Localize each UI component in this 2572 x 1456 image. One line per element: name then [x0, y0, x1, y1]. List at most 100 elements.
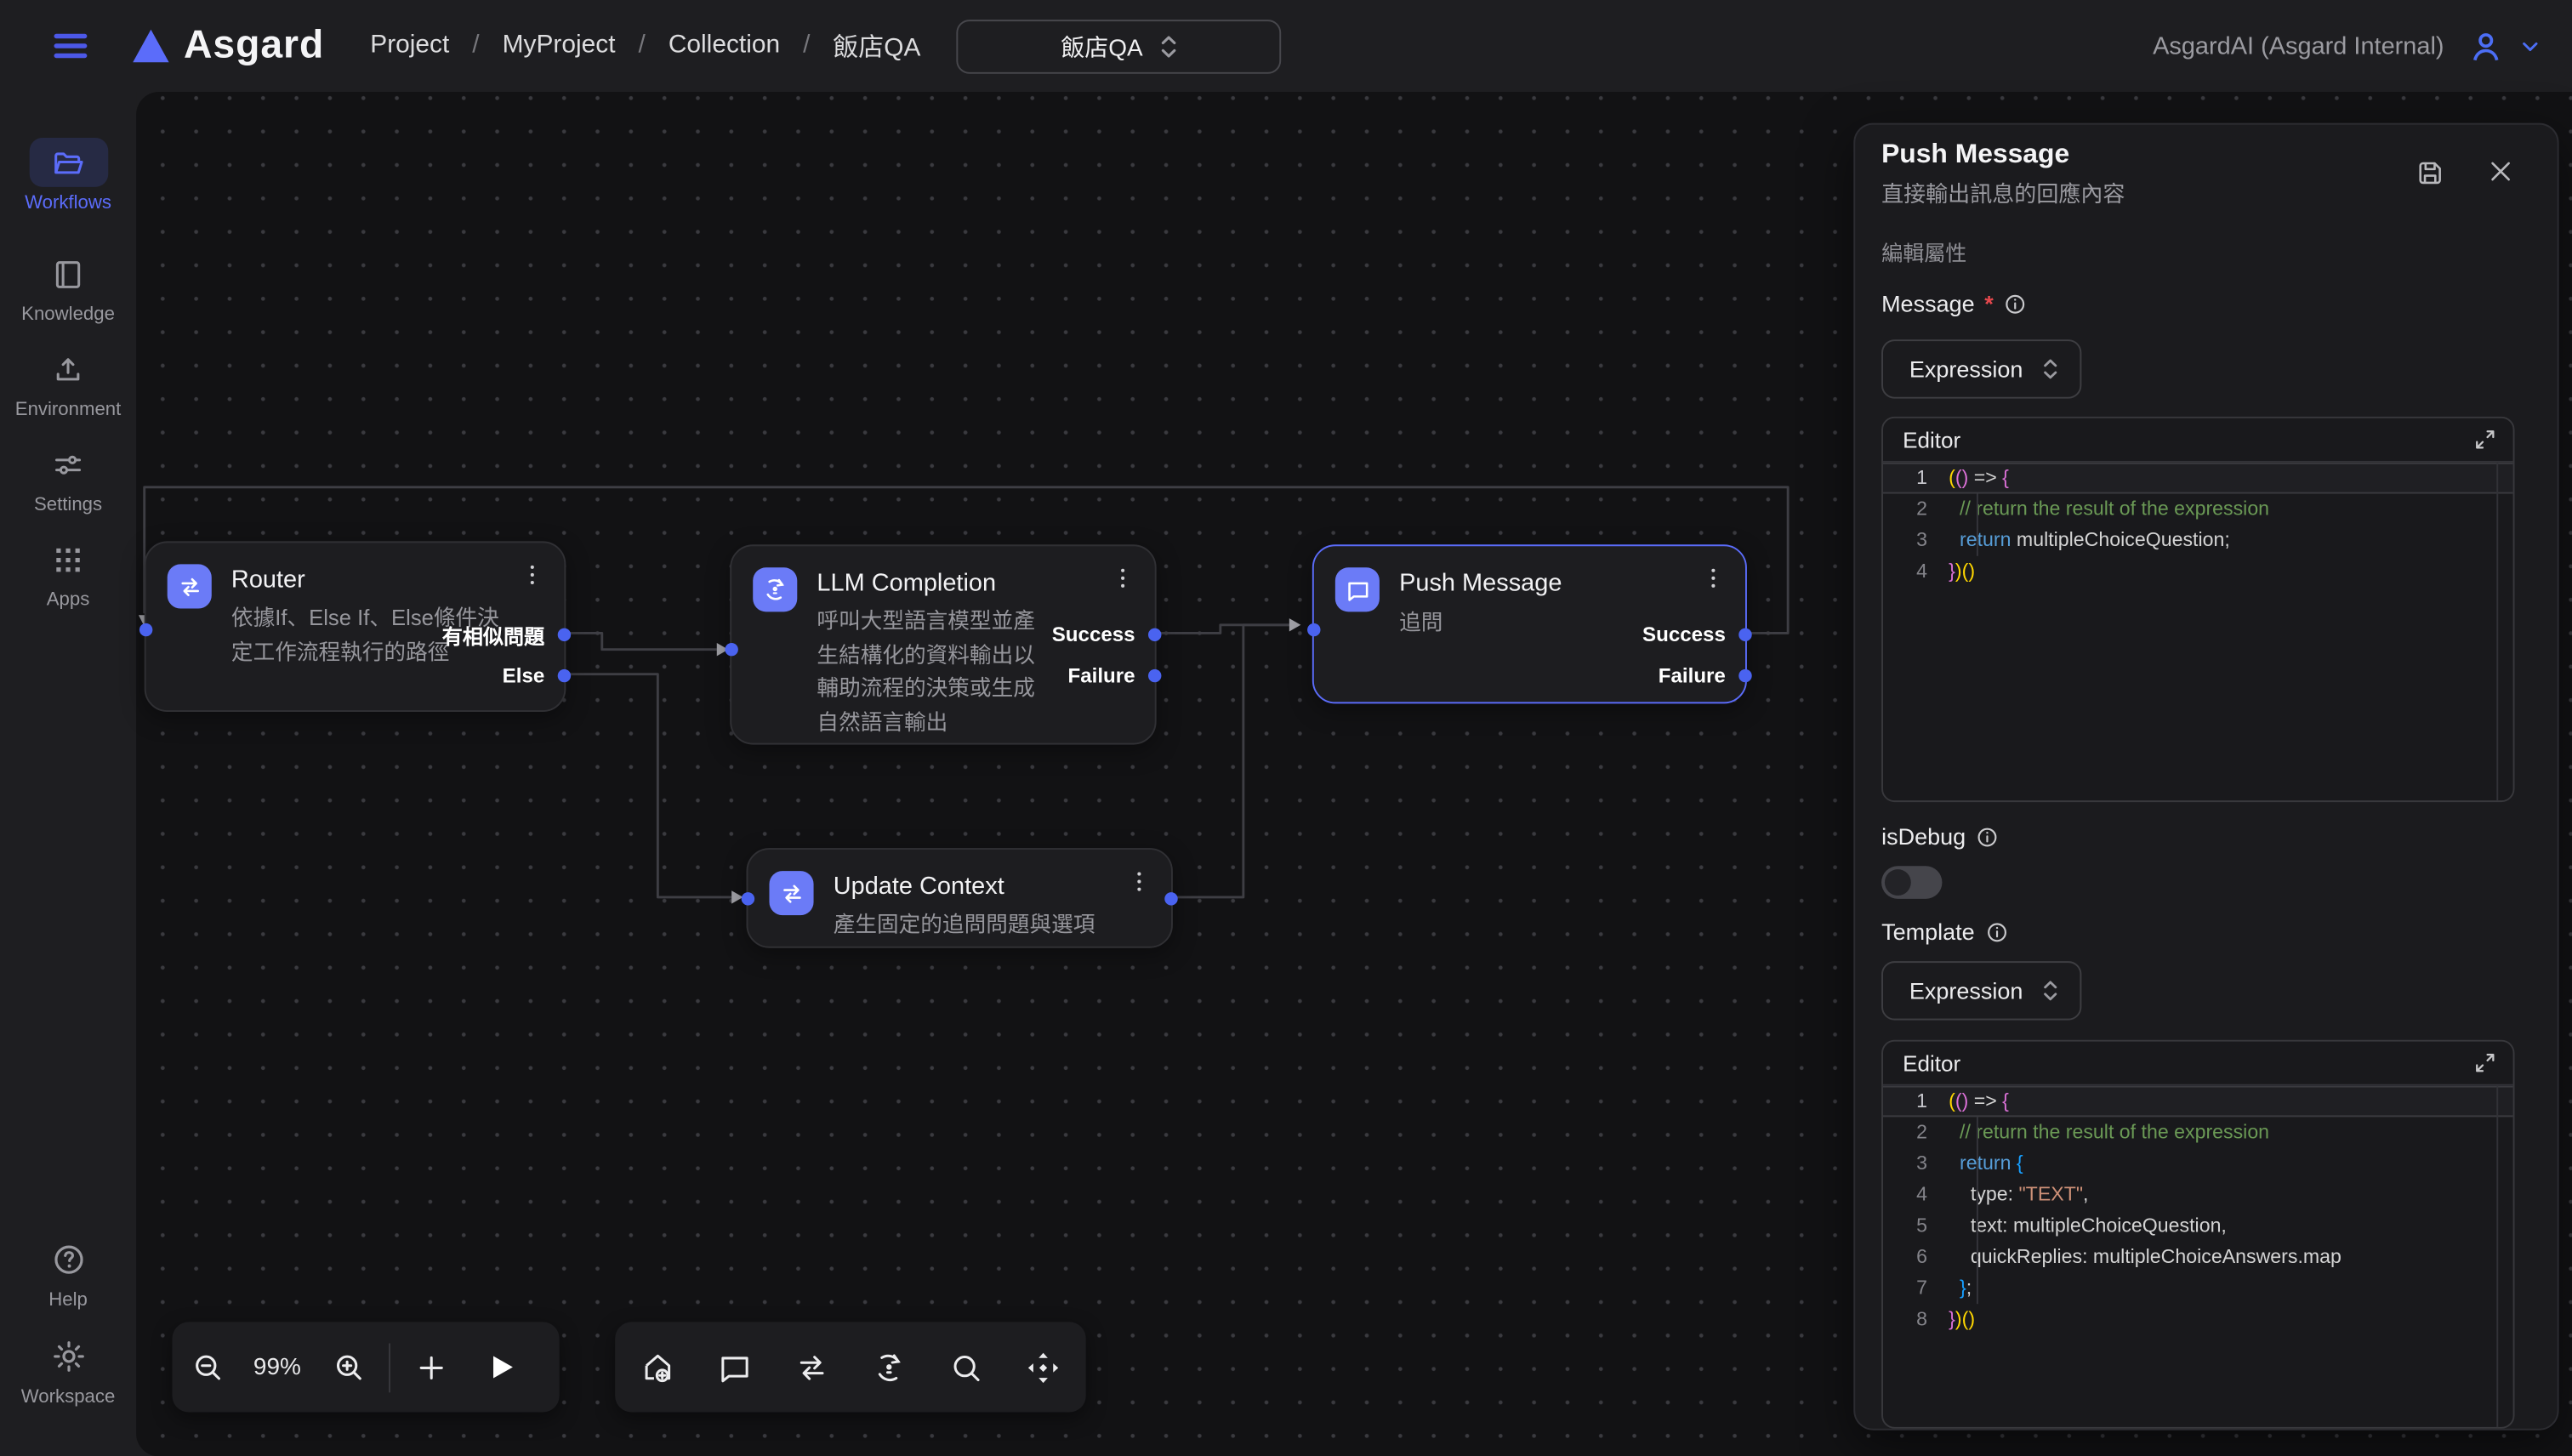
breadcrumb-project[interactable]: Project — [370, 31, 449, 61]
breadcrumb-workflow[interactable]: 飯店QA — [833, 28, 920, 64]
workflow-selector[interactable]: 飯店QA — [957, 19, 1282, 73]
sidebar-item-environment[interactable]: Environment — [0, 344, 136, 420]
add-button[interactable] — [397, 1322, 466, 1412]
info-icon[interactable] — [2003, 291, 2028, 316]
gear-icon — [29, 1332, 108, 1381]
sidebar-item-knowledge[interactable]: Knowledge — [0, 249, 136, 325]
output-label: 有相似問題 — [442, 619, 545, 651]
output-label: Success — [1642, 623, 1726, 646]
add-llm-node-button[interactable] — [855, 1322, 924, 1412]
kebab-menu-icon[interactable] — [1111, 566, 1135, 590]
expand-icon[interactable] — [2473, 1051, 2496, 1074]
account-label: AsgardAI (Asgard Internal) — [2153, 32, 2444, 60]
kebab-menu-icon[interactable] — [1127, 869, 1152, 894]
sidebar-item-workflows[interactable]: Workflows — [0, 138, 136, 213]
sidebar-item-label: Environment — [15, 401, 122, 420]
zoom-out-button[interactable] — [172, 1322, 241, 1412]
logo-text: Asgard — [184, 23, 324, 69]
sidebar-item-label: Knowledge — [21, 305, 115, 325]
run-workflow-button[interactable] — [466, 1322, 535, 1412]
breadcrumb-collection[interactable]: Collection — [669, 31, 780, 61]
sidebar: Workflows Knowledge Environment Settings… — [0, 92, 136, 1456]
info-icon[interactable] — [1984, 919, 2009, 944]
output-label: Failure — [1067, 664, 1135, 687]
output-port[interactable] — [1148, 669, 1161, 682]
output-label: Failure — [1659, 664, 1726, 687]
output-label: Success — [1052, 623, 1135, 646]
chevrons-updown-icon — [2042, 357, 2058, 380]
add-message-node-button[interactable] — [700, 1322, 769, 1412]
zoom-in-button[interactable] — [313, 1322, 382, 1412]
search-button[interactable] — [931, 1322, 1000, 1412]
add-home-node-button[interactable] — [623, 1322, 692, 1412]
app-logo[interactable]: Asgard — [131, 23, 324, 69]
message-field-label: Message * — [1881, 290, 2028, 316]
sidebar-item-workspace[interactable]: Workspace — [0, 1332, 136, 1408]
move-canvas-button[interactable] — [1009, 1322, 1078, 1412]
node-update-context[interactable]: Update Context 產生固定的追問問題與選項 — [746, 848, 1172, 948]
folder-icon — [29, 138, 108, 187]
template-type-value: Expression — [1909, 977, 2023, 1004]
node-description: 呼叫大型語言模型並產生結構化的資料輸出以輔助流程的決策或生成自然語言輸出 — [817, 606, 1050, 740]
chevrons-updown-icon — [2042, 979, 2058, 1002]
kebab-menu-icon[interactable] — [520, 562, 544, 587]
output-port[interactable] — [1738, 628, 1751, 641]
kebab-menu-icon[interactable] — [1701, 566, 1726, 590]
sidebar-item-label: Settings — [34, 495, 102, 515]
editor-title: Editor — [1903, 427, 1960, 452]
hamburger-menu-icon[interactable] — [49, 25, 92, 67]
isdebug-toggle[interactable] — [1881, 866, 1942, 899]
save-icon[interactable] — [2415, 157, 2446, 189]
breadcrumb-separator: / — [472, 31, 479, 61]
sliders-icon — [29, 440, 108, 489]
node-push-message[interactable]: Push Message 追問 Success Failure — [1312, 544, 1747, 703]
panel-subtitle: 直接輸出訊息的回應內容 — [1881, 175, 2125, 208]
breadcrumb-myproject[interactable]: MyProject — [503, 31, 616, 61]
close-icon[interactable] — [2487, 157, 2515, 185]
sidebar-item-settings[interactable]: Settings — [0, 440, 136, 515]
template-type-select[interactable]: Expression — [1881, 961, 2081, 1020]
output-port[interactable] — [1164, 892, 1177, 905]
canvas-zoom-toolbar: 99% — [172, 1322, 559, 1412]
book-icon — [29, 249, 108, 299]
input-port[interactable] — [725, 643, 737, 656]
isdebug-field-label: isDebug — [1881, 823, 2000, 850]
required-asterisk: * — [1984, 290, 1994, 316]
breadcrumb-separator: / — [639, 31, 646, 61]
code-editor[interactable]: 1(() => {2 // return the result of the e… — [1883, 463, 2513, 802]
output-port[interactable] — [558, 628, 571, 641]
node-title: Update Context — [834, 873, 1004, 901]
llm-icon — [753, 567, 797, 611]
message-type-value: Expression — [1909, 355, 2023, 382]
zoom-level[interactable]: 99% — [241, 1354, 313, 1380]
chevron-down-icon — [2518, 34, 2542, 59]
output-port[interactable] — [1738, 669, 1751, 682]
node-router[interactable]: Router 依據If、Else If、Else條件決定工作流程執行的路徑 有相… — [145, 541, 566, 712]
properties-panel: Push Message 直接輸出訊息的回應內容 編輯屬性 Message * … — [1853, 123, 2558, 1430]
code-editor[interactable]: 1(() => {2 // return the result of the e… — [1883, 1086, 2513, 1429]
expand-icon[interactable] — [2473, 428, 2496, 451]
node-title: Push Message — [1399, 569, 1562, 597]
account-menu[interactable]: AsgardAI (Asgard Internal) — [2153, 0, 2542, 92]
message-expression-editor: Editor 1(() => {2 // return the result o… — [1881, 417, 2514, 802]
input-port[interactable] — [742, 892, 754, 905]
output-port[interactable] — [1148, 628, 1161, 641]
add-router-node-button[interactable] — [777, 1322, 846, 1412]
sidebar-item-label: Workflows — [25, 194, 111, 213]
user-icon — [2467, 27, 2505, 65]
output-port[interactable] — [558, 669, 571, 682]
sidebar-item-apps[interactable]: Apps — [0, 535, 136, 611]
topbar: Asgard Project / MyProject / Collection … — [0, 0, 2572, 92]
message-type-select[interactable]: Expression — [1881, 339, 2081, 398]
help-icon — [29, 1235, 108, 1284]
chevrons-updown-icon — [1159, 34, 1177, 59]
info-icon[interactable] — [1976, 824, 2000, 849]
sidebar-item-help[interactable]: Help — [0, 1235, 136, 1311]
node-title: LLM Completion — [817, 569, 996, 597]
node-llm-completion[interactable]: LLM Completion 呼叫大型語言模型並產生結構化的資料輸出以輔助流程的… — [730, 544, 1156, 744]
sidebar-item-label: Workspace — [21, 1388, 116, 1408]
node-title: Router — [231, 566, 305, 594]
input-port[interactable] — [139, 623, 152, 636]
grid-icon — [29, 535, 108, 584]
input-port[interactable] — [1307, 623, 1320, 636]
